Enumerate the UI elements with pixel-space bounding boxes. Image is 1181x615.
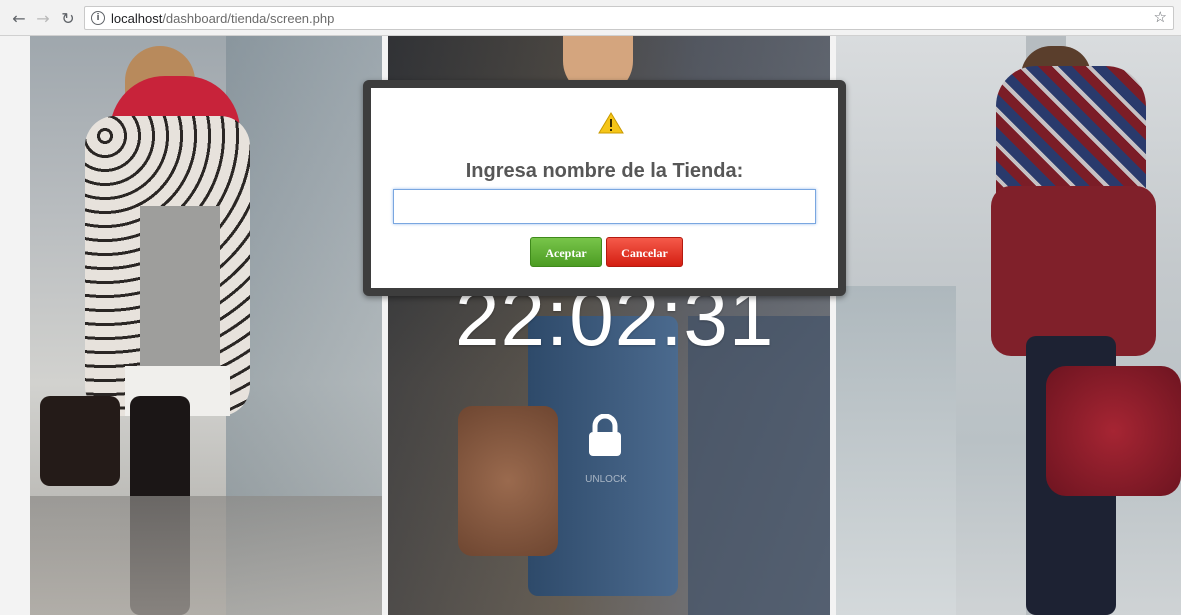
lock-icon[interactable] xyxy=(587,414,623,458)
prompt-dialog: Ingresa nombre de la Tienda: Aceptar Can… xyxy=(363,80,846,296)
browser-toolbar: ← → ↻ i localhost/dashboard/tienda/scree… xyxy=(0,0,1181,36)
background-photo-left xyxy=(30,36,382,615)
left-margin xyxy=(0,36,30,615)
forward-arrow-icon[interactable]: → xyxy=(32,7,54,29)
info-icon[interactable]: i xyxy=(91,11,105,25)
dialog-title: Ingresa nombre de la Tienda: xyxy=(465,160,744,182)
store-name-input[interactable] xyxy=(393,189,816,224)
unlock-caption[interactable]: UNLOCK xyxy=(581,474,631,485)
warning-icon xyxy=(598,112,624,134)
url-host: localhost xyxy=(111,11,163,26)
url-text[interactable]: localhost/dashboard/tienda/screen.php xyxy=(111,11,334,26)
accept-button[interactable]: Aceptar xyxy=(530,237,602,267)
reload-icon[interactable]: ↻ xyxy=(57,7,79,29)
url-path: /dashboard/tienda/screen.php xyxy=(162,11,335,26)
star-icon[interactable]: ☆ xyxy=(1154,8,1167,26)
background-photo-right xyxy=(836,36,1181,615)
cancel-button[interactable]: Cancelar xyxy=(606,237,683,267)
address-bar[interactable]: i localhost/dashboard/tienda/screen.php … xyxy=(84,6,1174,30)
back-arrow-icon[interactable]: ← xyxy=(8,7,30,29)
